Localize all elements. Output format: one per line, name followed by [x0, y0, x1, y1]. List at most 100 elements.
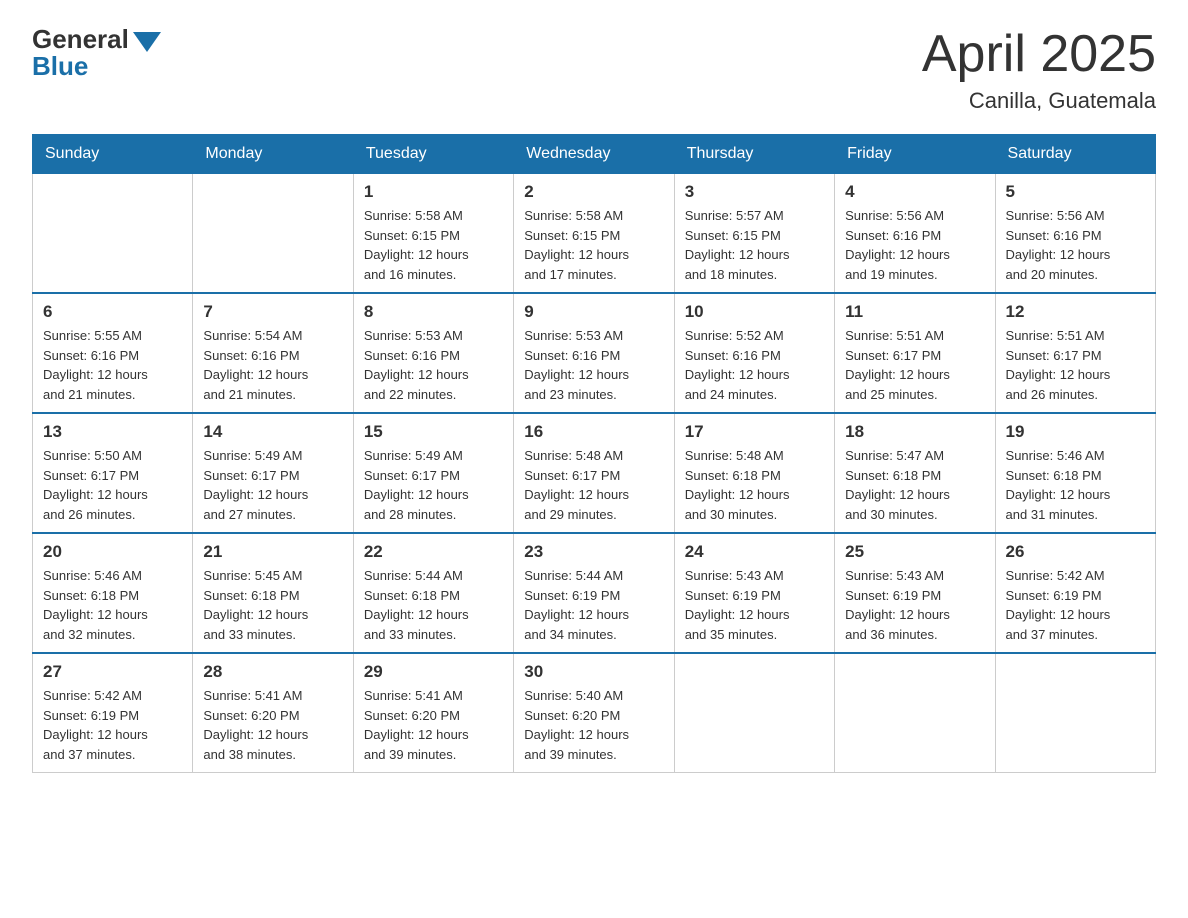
calendar-cell: 17 Sunrise: 5:48 AM Sunset: 6:18 PM Dayli…: [674, 413, 834, 533]
calendar-cell: 21Sunrise: 5:45 AM Sunset: 6:18 PM Dayli…: [193, 533, 353, 653]
day-number: 12: [1006, 302, 1145, 322]
day-number: 16: [524, 422, 663, 442]
day-info: Sunrise: 5:42 AM Sunset: 6:19 PM Dayligh…: [1006, 566, 1145, 644]
calendar-cell: 28 Sunrise: 5:41 AM Sunset: 6:20 PM Dayli…: [193, 653, 353, 773]
day-info: Sunrise: 5:48 AM Sunset: 6:17 PM Dayligh…: [524, 446, 663, 524]
day-number: 29: [364, 662, 503, 682]
day-info: Sunrise: 5:56 AM Sunset: 6:16 PM Dayligh…: [1006, 206, 1145, 284]
calendar-cell: 10 Sunrise: 5:52 AM Sunset: 6:16 PM Dayli…: [674, 293, 834, 413]
day-info: Sunrise: 5:48 AM Sunset: 6:18 PM Dayligh…: [685, 446, 824, 524]
day-number: 11: [845, 302, 984, 322]
calendar-header: SundayMondayTuesdayWednesdayThursdayFrid…: [33, 135, 1156, 174]
weekday-header-monday: Monday: [193, 135, 353, 174]
day-info: Sunrise: 5:40 AM Sunset: 6:20 PM Dayligh…: [524, 686, 663, 764]
day-number: 24: [685, 542, 824, 562]
day-info: Sunrise: 5:41 AM Sunset: 6:20 PM Dayligh…: [203, 686, 342, 764]
day-info: Sunrise: 5:52 AM Sunset: 6:16 PM Dayligh…: [685, 326, 824, 404]
calendar-cell: 19 Sunrise: 5:46 AM Sunset: 6:18 PM Dayli…: [995, 413, 1155, 533]
day-number: 8: [364, 302, 503, 322]
calendar-cell: 12 Sunrise: 5:51 AM Sunset: 6:17 PM Dayli…: [995, 293, 1155, 413]
calendar-cell: 16 Sunrise: 5:48 AM Sunset: 6:17 PM Dayli…: [514, 413, 674, 533]
day-number: 23: [524, 542, 663, 562]
calendar-cell: 27 Sunrise: 5:42 AM Sunset: 6:19 PM Dayli…: [33, 653, 193, 773]
calendar-cell: [193, 174, 353, 294]
calendar-week-5: 27 Sunrise: 5:42 AM Sunset: 6:19 PM Dayli…: [33, 653, 1156, 773]
day-info: Sunrise: 5:45 AM Sunset: 6:18 PM Dayligh…: [203, 566, 342, 644]
weekday-header-friday: Friday: [835, 135, 995, 174]
weekday-header-wednesday: Wednesday: [514, 135, 674, 174]
day-info: Sunrise: 5:50 AM Sunset: 6:17 PM Dayligh…: [43, 446, 182, 524]
day-number: 19: [1006, 422, 1145, 442]
day-number: 25: [845, 542, 984, 562]
calendar-cell: 8Sunrise: 5:53 AM Sunset: 6:16 PM Daylig…: [353, 293, 513, 413]
day-info: Sunrise: 5:46 AM Sunset: 6:18 PM Dayligh…: [1006, 446, 1145, 524]
calendar-cell: 20Sunrise: 5:46 AM Sunset: 6:18 PM Dayli…: [33, 533, 193, 653]
logo-triangle-icon: [133, 32, 161, 52]
day-info: Sunrise: 5:43 AM Sunset: 6:19 PM Dayligh…: [685, 566, 824, 644]
day-info: Sunrise: 5:57 AM Sunset: 6:15 PM Dayligh…: [685, 206, 824, 284]
day-number: 10: [685, 302, 824, 322]
day-number: 17: [685, 422, 824, 442]
calendar-cell: [674, 653, 834, 773]
day-number: 30: [524, 662, 663, 682]
calendar-cell: 23 Sunrise: 5:44 AM Sunset: 6:19 PM Dayli…: [514, 533, 674, 653]
day-info: Sunrise: 5:56 AM Sunset: 6:16 PM Dayligh…: [845, 206, 984, 284]
weekday-header-saturday: Saturday: [995, 135, 1155, 174]
calendar-cell: 30 Sunrise: 5:40 AM Sunset: 6:20 PM Dayli…: [514, 653, 674, 773]
day-number: 9: [524, 302, 663, 322]
day-number: 3: [685, 182, 824, 202]
day-info: Sunrise: 5:58 AM Sunset: 6:15 PM Dayligh…: [364, 206, 503, 284]
calendar-cell: 15 Sunrise: 5:49 AM Sunset: 6:17 PM Dayli…: [353, 413, 513, 533]
location-title: Canilla, Guatemala: [922, 88, 1156, 114]
day-number: 15: [364, 422, 503, 442]
calendar-cell: 9Sunrise: 5:53 AM Sunset: 6:16 PM Daylig…: [514, 293, 674, 413]
logo: General Blue: [32, 24, 161, 82]
page-header: General Blue April 2025 Canilla, Guatema…: [32, 24, 1156, 114]
calendar-cell: 14 Sunrise: 5:49 AM Sunset: 6:17 PM Dayli…: [193, 413, 353, 533]
day-number: 28: [203, 662, 342, 682]
day-info: Sunrise: 5:49 AM Sunset: 6:17 PM Dayligh…: [203, 446, 342, 524]
calendar-table: SundayMondayTuesdayWednesdayThursdayFrid…: [32, 134, 1156, 773]
day-info: Sunrise: 5:51 AM Sunset: 6:17 PM Dayligh…: [845, 326, 984, 404]
day-info: Sunrise: 5:41 AM Sunset: 6:20 PM Dayligh…: [364, 686, 503, 764]
calendar-cell: 29 Sunrise: 5:41 AM Sunset: 6:20 PM Dayli…: [353, 653, 513, 773]
day-info: Sunrise: 5:46 AM Sunset: 6:18 PM Dayligh…: [43, 566, 182, 644]
day-number: 7: [203, 302, 342, 322]
calendar-cell: 25 Sunrise: 5:43 AM Sunset: 6:19 PM Dayli…: [835, 533, 995, 653]
calendar-cell: 22Sunrise: 5:44 AM Sunset: 6:18 PM Dayli…: [353, 533, 513, 653]
calendar-cell: 24 Sunrise: 5:43 AM Sunset: 6:19 PM Dayli…: [674, 533, 834, 653]
day-number: 5: [1006, 182, 1145, 202]
weekday-header-row: SundayMondayTuesdayWednesdayThursdayFrid…: [33, 135, 1156, 174]
calendar-cell: 2Sunrise: 5:58 AM Sunset: 6:15 PM Daylig…: [514, 174, 674, 294]
calendar-cell: [835, 653, 995, 773]
calendar-cell: 11 Sunrise: 5:51 AM Sunset: 6:17 PM Dayli…: [835, 293, 995, 413]
day-number: 1: [364, 182, 503, 202]
day-number: 22: [364, 542, 503, 562]
day-number: 6: [43, 302, 182, 322]
calendar-body: 1 Sunrise: 5:58 AM Sunset: 6:15 PM Daylig…: [33, 174, 1156, 773]
calendar-week-2: 6 Sunrise: 5:55 AM Sunset: 6:16 PM Daylig…: [33, 293, 1156, 413]
calendar-cell: 13 Sunrise: 5:50 AM Sunset: 6:17 PM Dayli…: [33, 413, 193, 533]
calendar-cell: 3 Sunrise: 5:57 AM Sunset: 6:15 PM Daylig…: [674, 174, 834, 294]
day-info: Sunrise: 5:55 AM Sunset: 6:16 PM Dayligh…: [43, 326, 182, 404]
day-number: 14: [203, 422, 342, 442]
calendar-cell: 18 Sunrise: 5:47 AM Sunset: 6:18 PM Dayli…: [835, 413, 995, 533]
day-info: Sunrise: 5:47 AM Sunset: 6:18 PM Dayligh…: [845, 446, 984, 524]
calendar-cell: 5 Sunrise: 5:56 AM Sunset: 6:16 PM Daylig…: [995, 174, 1155, 294]
calendar-week-4: 20Sunrise: 5:46 AM Sunset: 6:18 PM Dayli…: [33, 533, 1156, 653]
day-info: Sunrise: 5:51 AM Sunset: 6:17 PM Dayligh…: [1006, 326, 1145, 404]
title-area: April 2025 Canilla, Guatemala: [922, 24, 1156, 114]
day-number: 26: [1006, 542, 1145, 562]
day-number: 18: [845, 422, 984, 442]
day-number: 13: [43, 422, 182, 442]
day-number: 4: [845, 182, 984, 202]
day-info: Sunrise: 5:43 AM Sunset: 6:19 PM Dayligh…: [845, 566, 984, 644]
calendar-cell: 4 Sunrise: 5:56 AM Sunset: 6:16 PM Daylig…: [835, 174, 995, 294]
day-number: 27: [43, 662, 182, 682]
calendar-cell: 1 Sunrise: 5:58 AM Sunset: 6:15 PM Daylig…: [353, 174, 513, 294]
logo-blue-text: Blue: [32, 51, 88, 82]
day-info: Sunrise: 5:44 AM Sunset: 6:19 PM Dayligh…: [524, 566, 663, 644]
weekday-header-thursday: Thursday: [674, 135, 834, 174]
day-info: Sunrise: 5:42 AM Sunset: 6:19 PM Dayligh…: [43, 686, 182, 764]
day-info: Sunrise: 5:49 AM Sunset: 6:17 PM Dayligh…: [364, 446, 503, 524]
